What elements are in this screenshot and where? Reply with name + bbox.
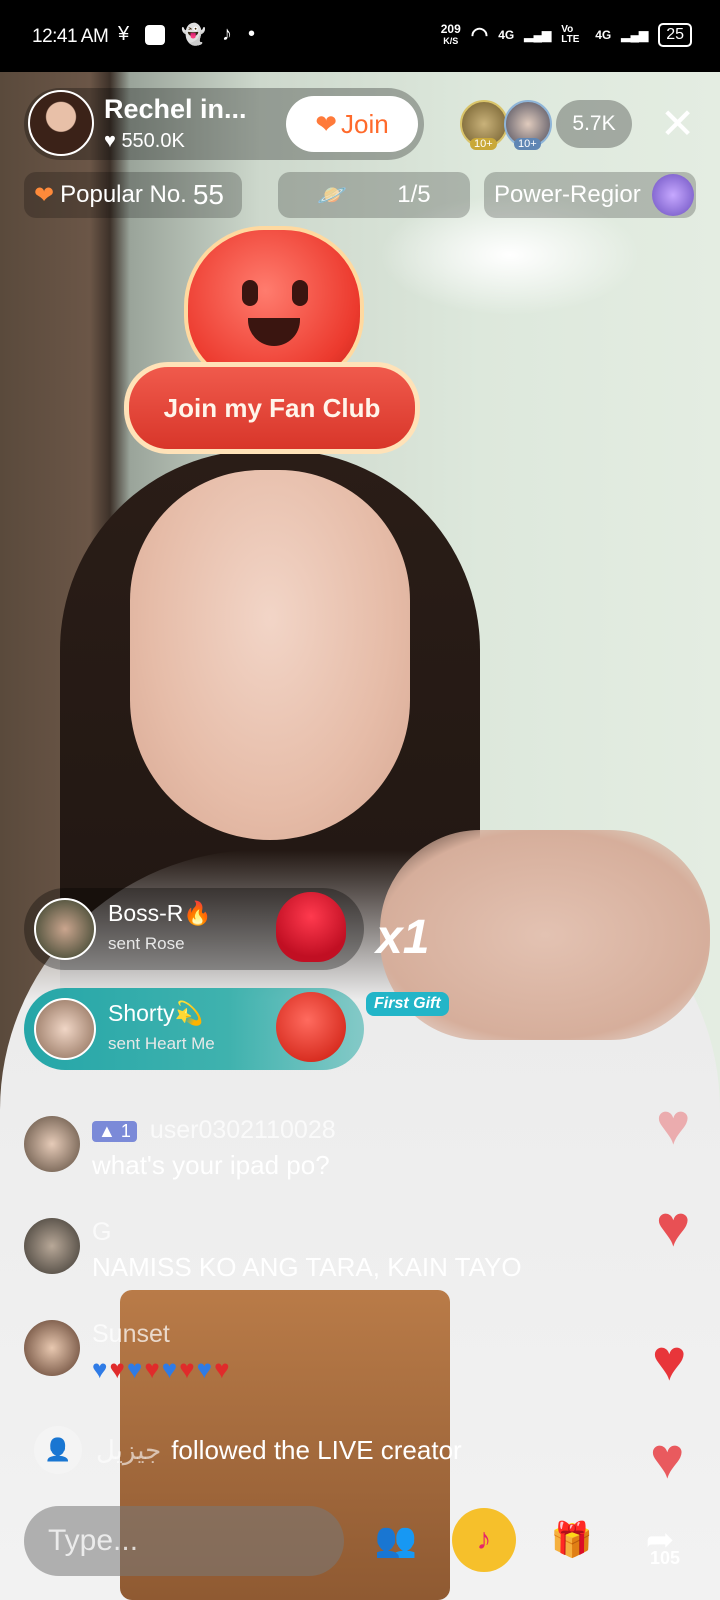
fan-heart-plus-icon: ❤ (315, 108, 338, 139)
host-avatar[interactable] (28, 90, 94, 156)
commenter-avatar[interactable] (24, 1320, 80, 1376)
heart-icon: ♥ (104, 130, 116, 152)
follow-text: followed the LIVE creator (171, 1434, 462, 1465)
planet-icon: 🪐 (317, 181, 348, 209)
fan-club-label: Join my Fan Club (124, 362, 420, 454)
tiktok-coupon-icon[interactable]: ♪ (452, 1508, 516, 1572)
gifter-name: Boss-R🔥 (108, 900, 213, 926)
rose-icon (276, 892, 346, 962)
square-app-icon (145, 24, 166, 45)
guests-icon[interactable]: 👥 (364, 1508, 428, 1572)
viewer-count[interactable]: 5.7K (556, 100, 632, 148)
host-card[interactable]: Rechel in... ♥ 550.0K ❤ Join (24, 88, 424, 160)
floating-heart-icon: ♥ (650, 1426, 685, 1491)
gifter-name: Shorty💫 (108, 1000, 204, 1026)
comment-item[interactable]: Sunset ♥♥♥♥♥♥♥♥ (24, 1320, 664, 1396)
red-heart-icon: ♥ (144, 1354, 162, 1384)
join-label: Join (341, 108, 389, 139)
comment-input[interactable]: Type... (24, 1506, 344, 1576)
net-speed-value: 209 (440, 21, 461, 36)
red-heart-icon: ♥ (179, 1354, 197, 1384)
commenter-name: G (92, 1218, 112, 1246)
signal1-label: 4G (498, 27, 515, 42)
comment-item[interactable]: ▲ 1 user0302110028 what's your ipad po? (24, 1116, 664, 1192)
join-button[interactable]: ❤ Join (286, 96, 418, 152)
red-heart-icon: ♥ (214, 1354, 232, 1384)
gift-description: sent Rose (108, 934, 185, 953)
status-bar: 12:41 AM ¥ 👻 ♪ • 209 K/S ◠ 4G ▂▄▆ Vo LTE… (0, 0, 720, 72)
gem-icon (652, 174, 694, 216)
power-region-pill[interactable]: Power-Regior (484, 172, 696, 218)
gift-description: sent Heart Me (108, 1034, 215, 1053)
status-time: 12:41 AM (32, 26, 109, 47)
volte-label: Vo LTE (561, 23, 580, 45)
broken-heart-icon: ❤ (34, 181, 55, 209)
battery-indicator: 25 (658, 22, 692, 47)
mascot-mouth (248, 318, 300, 346)
follow-notice: 👤 جيزيل followed the LIVE creator (34, 1422, 462, 1478)
viewer-level-badge: 10+ (514, 138, 541, 150)
gift-notification[interactable]: Boss-R🔥 sent Rose (24, 888, 364, 970)
status-left-icons: ¥ 👻 ♪ • (118, 22, 255, 47)
net-speed: 209 K/S (441, 23, 461, 47)
streamer-face (130, 470, 410, 840)
fan-club-sticker[interactable]: Join my Fan Club (124, 226, 420, 466)
popular-number: 55 (192, 179, 225, 210)
power-region-label: Power-Regior (494, 181, 641, 208)
host-likes: ♥ 550.0K (104, 130, 185, 153)
top-viewer-avatar-2[interactable]: 10+ (504, 100, 552, 150)
blue-heart-icon: ♥ (161, 1354, 180, 1384)
snapchat-icon: 👻 (181, 24, 207, 46)
commenter-username: user0302110028 (149, 1116, 336, 1144)
floating-heart-icon: ♥ (656, 1092, 691, 1157)
gifter-avatar[interactable] (34, 998, 96, 1060)
signal1-bars-icon: ▂▄▆ (524, 27, 552, 42)
gift-icon[interactable]: 🎁 (540, 1508, 604, 1572)
red-heart-icon: ♥ (109, 1354, 127, 1384)
yen-icon: ¥ (118, 23, 130, 45)
follower-name: جيزيل (96, 1434, 162, 1465)
signal2-bars-icon: ▂▄▆ (621, 27, 649, 42)
commenter-avatar[interactable] (24, 1218, 80, 1274)
mascot-left-eye (242, 280, 258, 306)
person-check-icon: 👤 (34, 1426, 82, 1474)
comment-item[interactable]: G NAMISS KO ANG TARA, KAIN TAYO (24, 1218, 664, 1294)
wifi-icon: ◠ (470, 24, 489, 46)
commenter-avatar[interactable] (24, 1116, 80, 1172)
popular-label: Popular No. (60, 181, 187, 208)
gifter-avatar[interactable] (34, 898, 96, 960)
blue-heart-icon: ♥ (196, 1354, 215, 1384)
comment-text: what's your ipad po? (92, 1150, 330, 1180)
host-name: Rechel in... (104, 94, 247, 124)
gift-notification[interactable]: Shorty💫 sent Heart Me (24, 988, 364, 1070)
mascot-right-eye (292, 280, 308, 306)
host-likes-value: 550.0K (121, 130, 185, 152)
blue-heart-icon: ♥ (126, 1354, 145, 1384)
tiktok-icon: ♪ (222, 23, 233, 45)
commenter-name: ▲ 1 user0302110028 (92, 1116, 336, 1145)
close-icon[interactable]: ✕ (660, 102, 695, 146)
net-speed-unit: K/S (443, 35, 459, 46)
heart-me-gift-icon (276, 992, 346, 1062)
top-viewer-avatar-1[interactable]: 10+ (460, 100, 508, 150)
status-right-icons: 209 K/S ◠ 4G ▂▄▆ Vo LTE 4G ▂▄▆ 25 (441, 22, 692, 47)
subscriber-badge: ▲ 1 (92, 1120, 137, 1142)
comment-hearts: ♥♥♥♥♥♥♥♥ (92, 1354, 232, 1385)
gift-combo-count: x1 (376, 911, 430, 964)
first-gift-tag: First Gift (366, 992, 449, 1016)
share-count: 105 (650, 1548, 681, 1568)
popular-rank-pill[interactable]: ❤ Popular No. 55 (24, 172, 242, 218)
ranking-pill[interactable]: 🪐 1/5 (278, 172, 470, 218)
blue-heart-icon: ♥ (92, 1354, 110, 1384)
floating-heart-icon: ♥ (656, 1194, 691, 1259)
commenter-name: Sunset (92, 1320, 170, 1348)
floating-heart-icon: ♥ (652, 1328, 687, 1393)
comment-text: NAMISS KO ANG TARA, KAIN TAYO (92, 1252, 522, 1282)
dot-icon: • (248, 23, 256, 45)
ranking-value: 1/5 (397, 181, 431, 208)
signal2-label: 4G (595, 27, 612, 42)
triangle-icon: ▲ (98, 1120, 116, 1141)
viewer-level-badge: 10+ (470, 138, 497, 150)
subscriber-badge-level: 1 (120, 1120, 131, 1141)
